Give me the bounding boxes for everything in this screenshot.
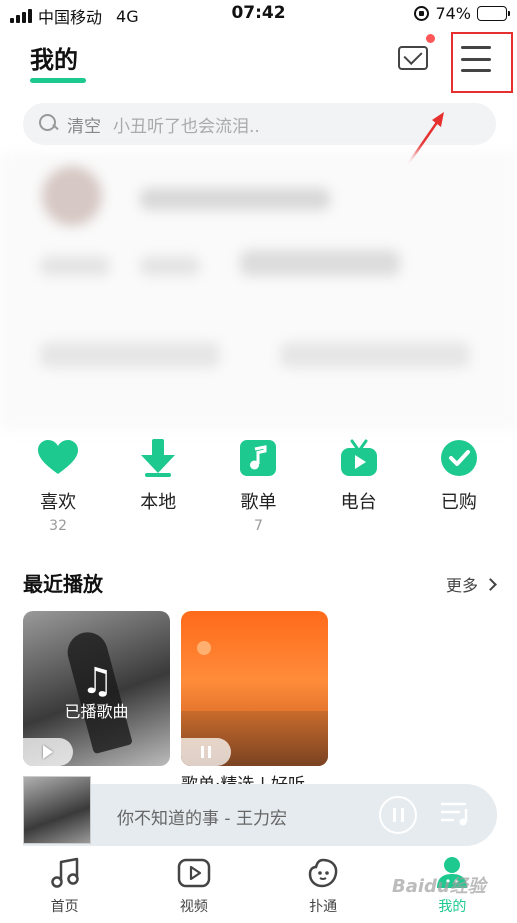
tab-label: 首页 — [50, 899, 79, 915]
recent-plays-title: 最近播放 — [23, 572, 103, 596]
quick-action-label: 喜欢 — [40, 492, 77, 513]
blurred-profile-section — [0, 152, 517, 430]
download-icon — [138, 438, 178, 478]
quick-action-label: 歌单 — [240, 492, 277, 513]
quick-action-playlists[interactable]: 歌单 7 — [213, 432, 303, 542]
more-link[interactable]: 更多 — [445, 572, 497, 596]
search-icon — [39, 114, 59, 134]
pause-icon[interactable] — [379, 796, 417, 834]
unread-badge — [426, 34, 435, 43]
battery-percent: 74% — [435, 4, 471, 23]
music-note-icon — [238, 438, 278, 478]
status-right: 74% — [414, 4, 510, 23]
played-songs-label: 已播歌曲 — [64, 702, 129, 721]
play-button[interactable] — [23, 738, 73, 766]
messages-button[interactable] — [396, 34, 435, 74]
tab-label: 我的 — [438, 899, 467, 915]
quick-actions: 喜欢 32 本地 歌单 7 电台 已购 — [0, 432, 517, 542]
search-hint: 小丑听了也会流泪.. — [113, 116, 260, 137]
chevron-right-icon — [484, 577, 497, 591]
envelope-icon — [398, 46, 428, 70]
play-icon — [43, 745, 53, 759]
rotation-lock-icon — [414, 6, 430, 21]
music-note-outline-icon — [48, 856, 82, 890]
more-label: 更多 — [445, 576, 478, 595]
sunset-art — [197, 641, 211, 655]
radio-tv-icon — [339, 438, 379, 478]
quick-action-local[interactable]: 本地 — [113, 432, 203, 542]
quick-action-label: 已购 — [440, 492, 477, 513]
status-bar: 中国移动 4G 07:42 74% — [0, 0, 517, 28]
quick-action-radio[interactable]: 电台 — [314, 432, 404, 542]
page-title: 我的 — [30, 46, 78, 74]
mini-player[interactable]: 你不知道的事 - 王力宏 — [23, 776, 497, 846]
recent-card-played-songs[interactable]: ♫ 已播歌曲 — [23, 611, 170, 766]
quick-action-purchased[interactable]: 已购 — [414, 432, 504, 542]
heart-icon — [38, 438, 79, 478]
pause-button[interactable] — [181, 738, 231, 766]
quick-action-favorites[interactable]: 喜欢 32 — [13, 432, 103, 542]
tab-label: 视频 — [179, 899, 208, 915]
music-note-icon: ♫ — [81, 661, 114, 702]
video-play-icon — [177, 856, 211, 890]
quick-action-label: 本地 — [140, 492, 177, 513]
search-clear-label: 清空 — [67, 116, 101, 137]
quick-action-label: 电台 — [340, 492, 377, 513]
battery-icon — [477, 6, 510, 21]
recent-card-playlist[interactable] — [181, 611, 328, 766]
face-blob-icon — [306, 856, 340, 890]
playlist-queue-icon[interactable] — [441, 801, 471, 827]
now-playing-cover — [23, 776, 91, 844]
tab-putong[interactable]: 扑通 — [259, 846, 388, 923]
title-underline — [30, 78, 86, 83]
tab-label: 扑通 — [309, 899, 338, 915]
quick-action-count: 32 — [49, 518, 67, 534]
now-playing-title: 你不知道的事 - 王力宏 — [117, 809, 287, 829]
tab-home[interactable]: 首页 — [0, 846, 129, 923]
watermark: Baidu经验 — [392, 876, 486, 897]
menu-highlight-box — [451, 32, 513, 93]
pause-icon — [201, 746, 211, 758]
check-circle-icon — [439, 438, 479, 478]
quick-action-count: 7 — [254, 518, 263, 534]
tab-video[interactable]: 视频 — [129, 846, 258, 923]
